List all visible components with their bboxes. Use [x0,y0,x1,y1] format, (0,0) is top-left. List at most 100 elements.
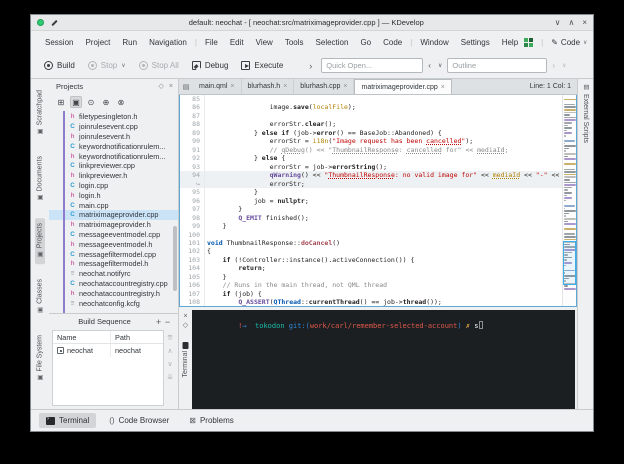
close-icon[interactable]: × [169,83,173,90]
terminal[interactable]: !→ tokodon git:(work/carl/remember-selec… [192,310,577,409]
menu-item-selection[interactable]: Selection [310,37,355,48]
menu-item-go[interactable]: Go [354,37,377,48]
tree-item[interactable]: Cneochataccountregistry.cpp [49,279,178,289]
tab-main-qml[interactable]: main.qml× [193,79,242,94]
show-targets-icon[interactable]: ▣ [70,96,82,108]
terminal-toolview-tab[interactable]: Terminal [182,342,189,377]
outline-input[interactable]: Outline [447,58,547,73]
area-switcher-icon[interactable] [524,38,533,47]
line-number: 105 [180,273,204,281]
minimap-line [564,169,575,171]
tree-item[interactable]: hlinkpreviewer.h [49,171,178,181]
menu-item-run[interactable]: Run [116,37,143,48]
menu-item-session[interactable]: Session [39,37,79,48]
tree-item[interactable]: Cmatriximageprovider.cpp [49,210,178,220]
menu-item-tools[interactable]: Tools [279,37,310,48]
sidebar-item-file-system[interactable]: ▣File System [35,330,45,388]
add-button[interactable]: + [154,317,163,327]
tab-matriximageprovider-cpp[interactable]: matriximageprovider.cpp× [354,79,451,94]
minimize-icon[interactable]: ∨ [555,18,561,27]
titlebar[interactable]: default: neochat - [ neochat:src/matrixi… [31,15,593,31]
sidebar-item-scratchpad[interactable]: ▣Scratchpad [35,85,45,141]
code-seg: } [207,273,227,281]
sidebar-item-documents[interactable]: ▣Documents [35,151,45,207]
tab-blurhash-h[interactable]: blurhash.h× [242,79,295,94]
tree-item[interactable]: hjoinrulesevent.h [49,132,178,142]
project-filter-icon[interactable]: ⊕ [100,96,112,108]
code-area-button[interactable]: ✎ Code ∨ [551,38,587,47]
menu-item-window[interactable]: Window [414,37,454,48]
build-button[interactable]: Build [39,59,80,72]
toolbar-overflow-chevron[interactable]: › [305,61,316,71]
tree-scrollbar[interactable] [173,226,177,291]
sidebar-item-classes[interactable]: ▣Classes [35,274,45,320]
menu-item-edit[interactable]: Edit [224,37,250,48]
project-config-icon[interactable]: ⊙ [85,96,97,108]
tree-item[interactable]: Cmain.cpp [49,200,178,210]
maximize-icon[interactable]: ∧ [568,18,574,27]
nav-forward-icon[interactable]: › [550,61,557,70]
nav-dropdown-icon[interactable]: ∨ [436,62,444,69]
quick-open-input[interactable]: Quick Open... [321,58,423,73]
column-header-path[interactable]: Path [111,333,163,342]
external-scripts-tab[interactable]: ▤ External Scripts [582,83,590,143]
tree-item[interactable]: hneochataccountregistry.h [49,288,178,298]
toolview-button-code-browser[interactable]: ()Code Browser [102,413,176,428]
minimap-scrollbar[interactable] [562,95,576,306]
close-icon[interactable]: × [343,83,347,90]
debug-button[interactable]: Debug [187,59,234,72]
stop-all-button[interactable]: Stop All [134,59,184,72]
tree-item[interactable]: Cmessageeventmodel.cpp [49,230,178,240]
tab-blurhash-cpp[interactable]: blurhash.cpp× [294,79,354,94]
tree-item[interactable]: ≡neochatconfig.kcfg [49,298,178,308]
h-file-icon: h [68,290,77,297]
menu-item-code[interactable]: Code [377,37,408,48]
column-header-name[interactable]: Name [53,331,111,343]
close-icon[interactable]: × [582,18,587,27]
menu-item-navigation[interactable]: Navigation [143,37,193,48]
tree-item[interactable]: hmessageeventmodel.h [49,239,178,249]
nav-dropdown2-icon[interactable]: ∨ [560,62,568,69]
remove-button[interactable]: − [163,317,172,327]
tree-item[interactable]: hfiletypesingleton.h [49,112,178,122]
menu-item-project[interactable]: Project [79,37,116,48]
close-icon[interactable]: × [230,83,234,90]
tree-item-label: messagefiltermodel.cpp [79,250,156,259]
project-close-icon[interactable]: ⊗ [115,96,127,108]
code-seg [207,290,223,298]
move-down-icon[interactable]: ∨ [167,360,172,368]
nav-back-icon[interactable]: ‹ [426,61,433,70]
menu-item-help[interactable]: Help [496,37,524,48]
tree-item[interactable]: hmessagefiltermodel.h [49,259,178,269]
locate-document-icon[interactable]: ⊞ [55,96,67,108]
document-list-icon[interactable]: ▤ [179,79,193,94]
execute-button[interactable]: Execute [236,59,288,72]
tree-item[interactable]: Cmessagefiltermodel.cpp [49,249,178,259]
tree-item[interactable]: ≡neochat.notifyrc [49,269,178,279]
close-icon[interactable]: × [283,83,287,90]
menu-item-settings[interactable]: Settings [455,37,496,48]
minimap-viewport[interactable] [563,241,576,285]
tree-item[interactable]: Clogin.cpp [49,181,178,191]
toolview-button-problems[interactable]: ⊠Problems [182,413,241,428]
menu-item-file[interactable]: File [199,37,224,48]
stop-button[interactable]: Stop∨ [83,59,131,72]
toolview-button-terminal[interactable]: Terminal [39,413,96,428]
tree-item[interactable]: hlogin.h [49,190,178,200]
close-icon[interactable]: × [183,312,187,321]
sidebar-item-projects[interactable]: ▣Projects [35,218,45,264]
table-row[interactable]: neochatneochat [53,344,163,357]
move-up-icon[interactable]: ∧ [167,347,172,355]
detach-icon[interactable]: ◇ [159,82,164,90]
detach-icon[interactable]: ◇ [183,321,188,330]
menu-item-view[interactable]: View [250,37,279,48]
close-icon[interactable]: × [441,84,445,91]
tree-item[interactable]: Cjoinrulesevent.cpp [49,122,178,132]
move-bottom-icon[interactable]: ⇊ [167,373,173,381]
tree-item[interactable]: hmatriximageprovider.h [49,220,178,230]
tree-item[interactable]: Ckeywordnotificationrulem... [49,141,178,151]
code-editor[interactable]: 8586 image.save(localFile);8788 errorStr… [179,95,577,307]
tree-item[interactable]: Clinkpreviewer.cpp [49,161,178,171]
move-top-icon[interactable]: ⇈ [167,334,173,342]
tree-item[interactable]: hkeywordnotificationrulem... [49,151,178,161]
